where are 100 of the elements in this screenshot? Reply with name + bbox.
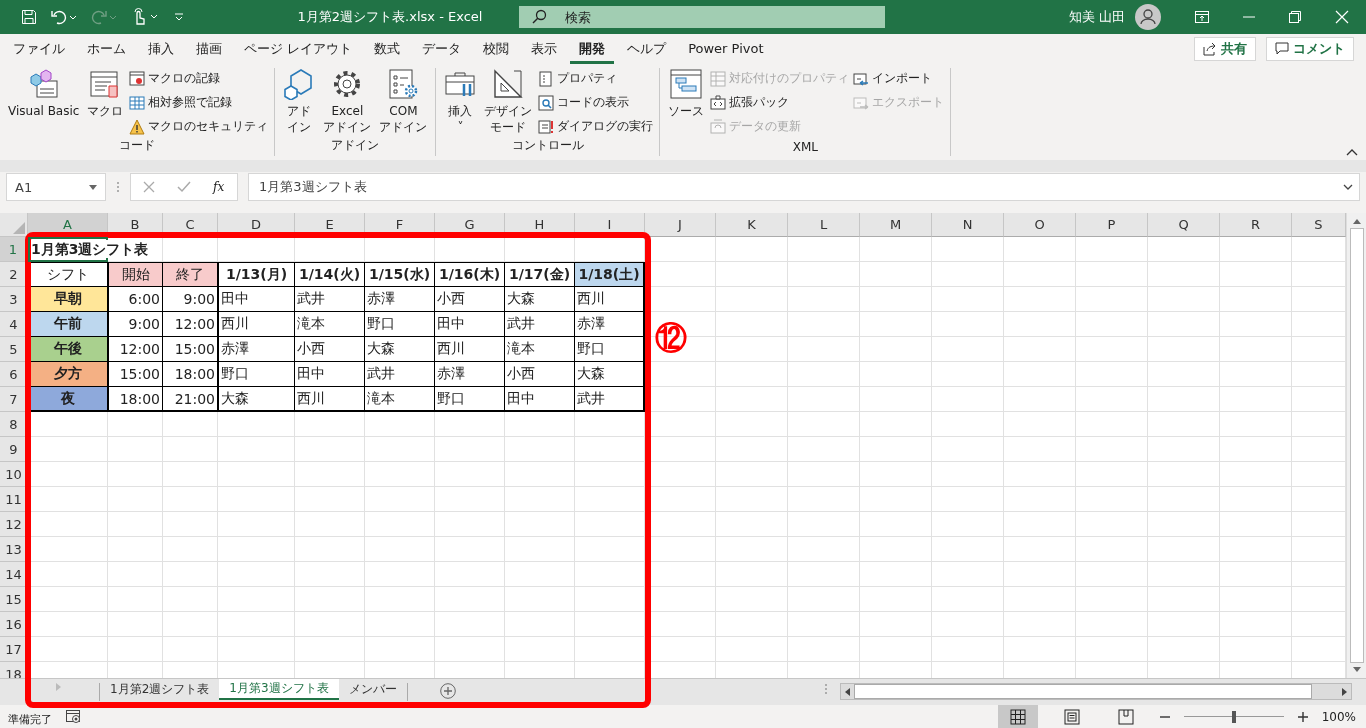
column-header[interactable]: Q	[1148, 213, 1220, 237]
formula-field[interactable]: 1月第3週シフト表	[248, 173, 1360, 201]
warning-icon	[129, 118, 146, 135]
ribbon-button[interactable]: マクロの記録	[129, 68, 269, 89]
column-header[interactable]: P	[1076, 213, 1148, 237]
ribbon-tab[interactable]: 挿入	[139, 34, 183, 64]
ribbon-button[interactable]: 挿入 ˅	[442, 68, 479, 137]
scroll-up-icon[interactable]	[1352, 219, 1361, 224]
ribbon-tab[interactable]: 数式	[365, 34, 410, 64]
column-header[interactable]: S	[1292, 213, 1346, 237]
row-header[interactable]: 6	[0, 362, 28, 387]
ribbon-tab[interactable]: ページ レイアウト	[235, 34, 362, 64]
save-icon[interactable]	[21, 9, 37, 25]
row-header[interactable]: 15	[0, 587, 28, 612]
ribbon-button[interactable]: Excel アドイン	[321, 68, 374, 137]
ribbon-tab[interactable]: データ	[413, 34, 471, 64]
row-header[interactable]: 4	[0, 312, 28, 337]
ribbon-button[interactable]: コードの表示	[538, 92, 654, 113]
name-cell: 武井	[575, 387, 645, 412]
ribbon-button[interactable]: アド イン	[281, 68, 318, 137]
ribbon-tab[interactable]: 校閲	[474, 34, 519, 64]
ribbon-button[interactable]: 相対参照で記録	[129, 92, 269, 113]
triangle-ruler-icon	[492, 68, 525, 100]
sheet-tab[interactable]: 1月第2週シフト表	[100, 679, 220, 700]
close-icon[interactable]	[1335, 10, 1349, 24]
column-header[interactable]: L	[788, 213, 860, 237]
ribbon-button[interactable]: マクロのセキュリティ	[129, 116, 269, 137]
ribbon-tab[interactable]: 開発	[570, 34, 615, 64]
ribbon-button[interactable]: デザイン モード	[482, 68, 535, 137]
ribbon-tab[interactable]: 描画	[187, 34, 231, 64]
row-header[interactable]: 1	[0, 237, 28, 262]
add-sheet-icon[interactable]	[439, 683, 456, 699]
row-header[interactable]: 3	[0, 287, 28, 312]
ribbon-tab[interactable]: ホーム	[78, 34, 135, 64]
zoom-out-icon[interactable]	[1159, 715, 1170, 718]
column-header[interactable]: M	[860, 213, 932, 237]
ribbon-button[interactable]: ソース	[666, 68, 707, 140]
customize-icon[interactable]	[173, 11, 185, 23]
zoom-thumb[interactable]	[1231, 710, 1236, 723]
triangle-icon	[13, 222, 25, 234]
restore-icon[interactable]	[1289, 11, 1301, 23]
avatar-icon[interactable]	[1135, 4, 1161, 30]
scroll-thumb[interactable]	[1349, 228, 1364, 663]
ribbon-button[interactable]: インポート	[853, 68, 945, 89]
horizontal-scrollbar[interactable]	[840, 683, 1352, 700]
collapse-icon[interactable]	[1346, 148, 1358, 156]
ribbon-tab[interactable]: Power Pivot	[679, 36, 773, 62]
macro-record-icon[interactable]	[66, 709, 82, 724]
ribbon-tab[interactable]: ヘルプ	[618, 34, 676, 64]
row-header[interactable]: 2	[0, 262, 28, 287]
ribbon-button[interactable]: マクロ	[85, 68, 126, 137]
normal-view-button[interactable]	[997, 705, 1038, 728]
ribbon-button[interactable]: プロパティ	[538, 68, 654, 89]
row-header[interactable]: 11	[0, 487, 28, 512]
name-cell: 野口	[575, 337, 645, 362]
sheet-tab[interactable]: メンバー	[338, 679, 407, 700]
panel-icon	[670, 68, 703, 100]
share-button[interactable]: 共有	[1194, 37, 1256, 61]
row-header[interactable]: 10	[0, 462, 28, 487]
row-header[interactable]: 8	[0, 412, 28, 437]
comment-button[interactable]: コメント	[1266, 37, 1354, 61]
touch-icon[interactable]	[131, 8, 159, 26]
row-header[interactable]: 9	[0, 437, 28, 462]
ribbon-button[interactable]: Visual Basic	[6, 68, 82, 137]
name-box[interactable]: A1	[6, 173, 106, 201]
row-header[interactable]: 12	[0, 512, 28, 537]
scroll-right-icon[interactable]	[1342, 687, 1347, 696]
undo-icon[interactable]	[51, 9, 77, 25]
column-header[interactable]: R	[1220, 213, 1292, 237]
ribbon-button[interactable]: COM アドイン	[377, 68, 430, 137]
vertical-scrollbar[interactable]	[1346, 213, 1366, 678]
row-header[interactable]: 13	[0, 537, 28, 562]
column-header[interactable]: K	[716, 213, 788, 237]
row-header[interactable]: 14	[0, 562, 28, 587]
time-cell: 15:00	[163, 337, 218, 362]
row-header[interactable]: 7	[0, 387, 28, 412]
annotation-number: ⑫	[655, 322, 687, 354]
time-cell: 18:00	[163, 362, 218, 387]
scroll-thumb[interactable]	[854, 684, 1312, 699]
ribbon-display-icon[interactable]	[1195, 11, 1209, 23]
zoom-level[interactable]: 100%	[1321, 709, 1356, 724]
scroll-down-icon[interactable]	[1352, 667, 1361, 672]
row-header[interactable]: 16	[0, 612, 28, 637]
column-header[interactable]: N	[932, 213, 1004, 237]
row-header[interactable]: 17	[0, 637, 28, 662]
ribbon-button[interactable]: ダイアログの実行	[538, 116, 654, 137]
ribbon-tab[interactable]: ファイル	[4, 34, 74, 64]
scroll-left-icon[interactable]	[845, 687, 850, 696]
sheet-tab[interactable]: 1月第3週シフト表	[219, 679, 339, 700]
ribbon-button[interactable]: 拡張パック	[710, 92, 850, 113]
zoom-in-icon[interactable]	[1297, 711, 1308, 722]
row-header[interactable]: 18	[0, 662, 28, 678]
column-header[interactable]: O	[1004, 213, 1076, 237]
expand-icon[interactable]	[1343, 184, 1353, 190]
row-header[interactable]: 5	[0, 337, 28, 362]
insert-function-button[interactable]: fx	[213, 180, 225, 194]
ribbon-tab[interactable]: 表示	[522, 34, 567, 64]
search-field[interactable]: 検索	[519, 6, 885, 28]
column-header[interactable]: J	[645, 213, 716, 237]
document-gear-icon	[387, 68, 420, 100]
